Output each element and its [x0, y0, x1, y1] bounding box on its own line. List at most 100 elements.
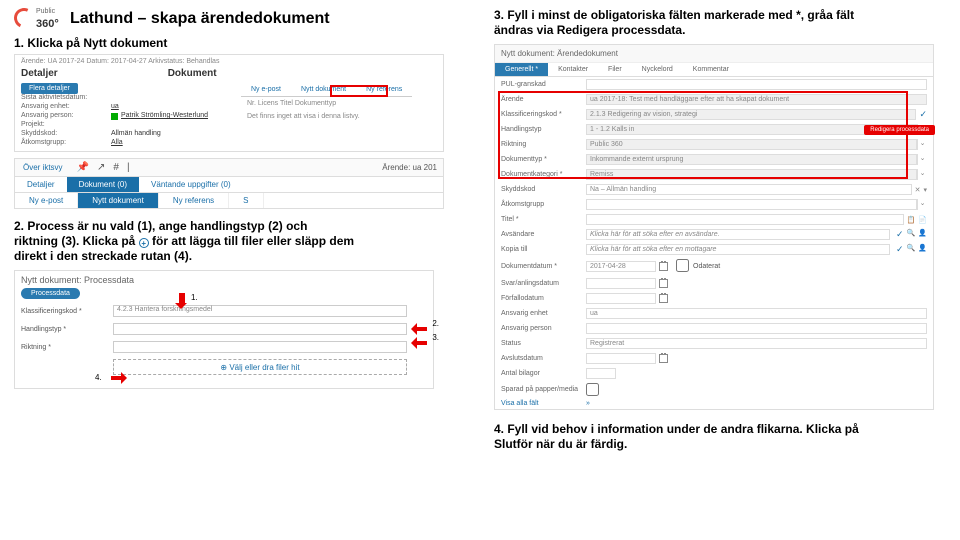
- redigera-processdata-button[interactable]: Redigera processdata: [864, 125, 935, 135]
- tab-ny-epost[interactable]: Ny e-post: [241, 83, 291, 96]
- field-label: Riktning *: [21, 344, 113, 351]
- field-label: Svar/anlingsdatum: [501, 280, 586, 287]
- sub-s[interactable]: S: [229, 193, 263, 208]
- avslutsdatum-input[interactable]: [586, 353, 656, 364]
- field-label: Dokumentdatum *: [501, 263, 586, 270]
- highlight-gray-fields: [498, 91, 908, 179]
- tab-kontakter[interactable]: Kontakter: [548, 63, 598, 76]
- search-icon[interactable]: 🔍: [907, 244, 916, 255]
- titel-input[interactable]: [586, 214, 904, 225]
- expand-icon[interactable]: »: [586, 400, 590, 407]
- highlight-nytt-dokument: [330, 85, 388, 97]
- forfallodatum-input[interactable]: [586, 293, 656, 304]
- kopiatill-input[interactable]: Klicka här för att söka efter en mottaga…: [586, 244, 890, 255]
- antalbilagor-input[interactable]: [586, 368, 616, 379]
- field-label: Avslutsdatum: [501, 355, 586, 362]
- tab-kommentar[interactable]: Kommentar: [683, 63, 739, 76]
- user-icon[interactable]: 👤: [918, 244, 927, 255]
- detail-row: Skyddskod:Allmän handling: [21, 129, 437, 138]
- odaterat-checkbox[interactable]: [676, 259, 689, 272]
- tab-dokument[interactable]: Dokument (0): [67, 177, 139, 192]
- sub-ny-epost[interactable]: Ny e-post: [15, 193, 78, 208]
- arende-label: Ärende: ua 201: [376, 163, 443, 172]
- hash-icon[interactable]: #: [113, 162, 119, 173]
- tab-vantande[interactable]: Väntande uppgifter (0): [139, 177, 243, 192]
- pul-input[interactable]: [586, 79, 927, 90]
- arrow-4-label: 4.: [95, 373, 102, 382]
- svardatum-input[interactable]: [586, 278, 656, 289]
- step-1-heading: 1. Klicka på Nytt dokument: [14, 36, 466, 50]
- calendar-icon[interactable]: [659, 279, 668, 288]
- ansvarigenhet-input[interactable]: ua: [586, 308, 927, 319]
- detail-row: Åtkomstgrupp:Alla: [21, 138, 437, 147]
- pin-icon[interactable]: 📌: [77, 162, 89, 173]
- status-input[interactable]: Registrerat: [586, 338, 927, 349]
- user-icon[interactable]: 👤: [918, 229, 927, 240]
- riktning-input[interactable]: [113, 341, 407, 353]
- calendar-icon[interactable]: [659, 294, 668, 303]
- odaterat-label: Odaterat: [693, 263, 720, 270]
- avsandare-input[interactable]: Klicka här för att söka efter en avsända…: [586, 229, 890, 240]
- screenshot-arendedokument-form: Nytt dokument: Ärendedokument Generellt …: [494, 44, 934, 410]
- klassificeringskod-input[interactable]: 4.2.3 Hantera forskningsmedel: [113, 305, 407, 317]
- ansvarigperson-input[interactable]: [586, 323, 927, 334]
- field-label: Förfallodatum: [501, 295, 586, 302]
- handlingstyp-input[interactable]: [113, 323, 407, 335]
- step-2-text: 2. Process är nu vald (1), ange handling…: [14, 219, 466, 264]
- chevron-down-icon[interactable]: ⌄: [917, 154, 927, 165]
- screenshot-processdata: Nytt dokument: Processdata Processdata K…: [14, 270, 434, 389]
- sparad-checkbox[interactable]: [586, 383, 599, 396]
- processdata-pill[interactable]: Processdata: [21, 288, 80, 299]
- chevron-down-icon[interactable]: ⌄: [917, 199, 927, 210]
- case-info-bar: Ärende: UA 2017-24 Datum: 2017-04-27 Ark…: [15, 55, 443, 68]
- dokument-heading: Dokument: [168, 68, 217, 79]
- search-icon[interactable]: 🔍: [907, 229, 916, 240]
- chevron-down-icon[interactable]: ▾: [923, 186, 927, 194]
- check-icon: ✓: [896, 244, 904, 255]
- sub-ny-referens[interactable]: Ny referens: [159, 193, 229, 208]
- check-icon: ✓: [896, 229, 904, 240]
- tab-filer[interactable]: Filer: [598, 63, 632, 76]
- oversiktsvy-label[interactable]: Över iktsvy: [15, 163, 71, 172]
- chevron-down-icon[interactable]: ⌄: [917, 139, 927, 150]
- copy-icon[interactable]: 📋: [907, 216, 916, 224]
- arrow-2-label: 2.: [432, 319, 439, 328]
- tab-detaljer[interactable]: Detaljer: [15, 177, 67, 192]
- step-4-text: 4. Fyll vid behov i information under de…: [494, 422, 946, 452]
- processdata-title: Nytt dokument: Processdata: [21, 275, 427, 285]
- field-label: Titel *: [501, 216, 586, 223]
- calendar-icon[interactable]: [659, 262, 668, 271]
- step-3-text: 3. Fyll i minst de obligatoriska fälten …: [494, 8, 946, 38]
- chevron-down-icon[interactable]: ⌄: [917, 169, 927, 180]
- field-label: Handlingstyp *: [21, 326, 113, 333]
- form-title: Nytt dokument: Ärendedokument: [495, 45, 933, 63]
- plus-icon: +: [139, 238, 149, 248]
- tab-nyckelord[interactable]: Nyckelord: [632, 63, 683, 76]
- field-label: Åtkomstgrupp: [501, 201, 586, 208]
- field-label: Antal bilagor: [501, 370, 586, 377]
- skyddskod-input[interactable]: Na – Allmän handling: [586, 184, 912, 195]
- field-label: Avsändare: [501, 231, 586, 238]
- sub-nytt-dokument[interactable]: Nytt dokument: [78, 193, 159, 208]
- screenshot-detail-panel: Ärende: UA 2017-24 Datum: 2017-04-27 Ark…: [14, 54, 444, 152]
- divider-icon: |: [127, 162, 130, 173]
- tab-generellt[interactable]: Generellt *: [495, 63, 548, 76]
- empty-list-msg: Det finns inget att visa i denna listvy.: [241, 110, 412, 123]
- file-dropzone[interactable]: ⊕ Välj eller dra filer hit: [113, 359, 407, 375]
- arrow-2-icon: [411, 323, 427, 335]
- calendar-icon[interactable]: [659, 354, 668, 363]
- share-icon[interactable]: ↗: [97, 162, 105, 173]
- check-icon: ✓: [919, 109, 927, 120]
- x-icon[interactable]: ✕: [915, 186, 921, 194]
- doc-columns: Nr. Licens Titel Dokumenttyp: [241, 97, 412, 110]
- page-title: Lathund – skapa ärendedokument: [70, 10, 466, 28]
- field-label: Status: [501, 340, 586, 347]
- arrow-1-label: 1.: [191, 293, 198, 302]
- arrow-1-icon: [175, 293, 187, 309]
- visa-alla-falt-link[interactable]: Visa alla fält: [501, 400, 586, 407]
- flera-detaljer-button[interactable]: Flera detaljer: [21, 83, 78, 94]
- doc-icon[interactable]: 📄: [918, 216, 927, 224]
- field-label: Ansvarig person: [501, 325, 586, 332]
- atkomstgrupp-input[interactable]: [586, 199, 917, 210]
- dokumentdatum-input[interactable]: 2017-04-28: [586, 261, 656, 272]
